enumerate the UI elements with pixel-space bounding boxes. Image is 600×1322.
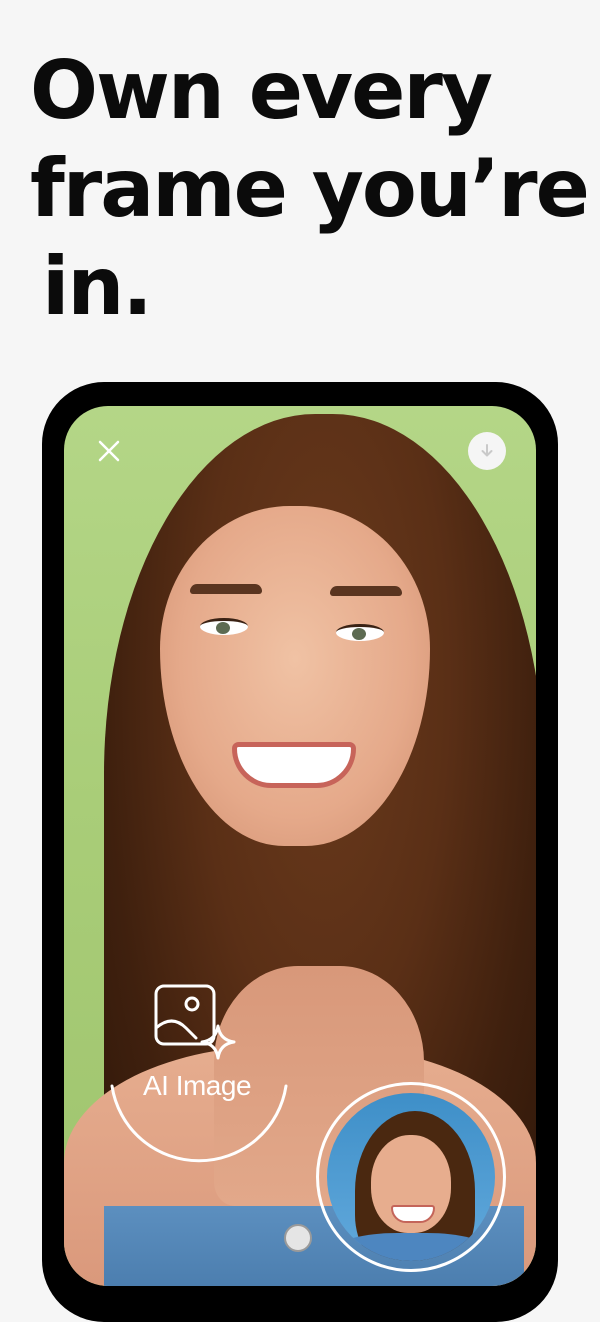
ai-image-sparkle-icon (154, 984, 236, 1060)
headline-line-2: frame you’re (30, 142, 590, 235)
selfie-photo (327, 1093, 495, 1261)
selfie-thumbnail[interactable] (316, 1082, 506, 1272)
download-icon (481, 444, 493, 457)
photo-smile (232, 742, 356, 788)
phone-screen: AI Image (64, 406, 536, 1286)
close-icon[interactable] (96, 438, 122, 464)
ai-image-arc[interactable] (104, 1066, 294, 1196)
download-button[interactable] (468, 432, 506, 470)
headline-line-3: in. (42, 240, 153, 333)
photo-brow-left (190, 584, 262, 594)
photo-denim-button (284, 1224, 312, 1252)
photo-brow-right (330, 586, 402, 596)
headline: Own every frame you’re in. (30, 42, 590, 336)
headline-line-1: Own every (30, 44, 493, 137)
phone-mockup: AI Image (42, 382, 558, 1322)
photo-eye-right (336, 624, 384, 641)
photo-eye-left (200, 618, 248, 635)
